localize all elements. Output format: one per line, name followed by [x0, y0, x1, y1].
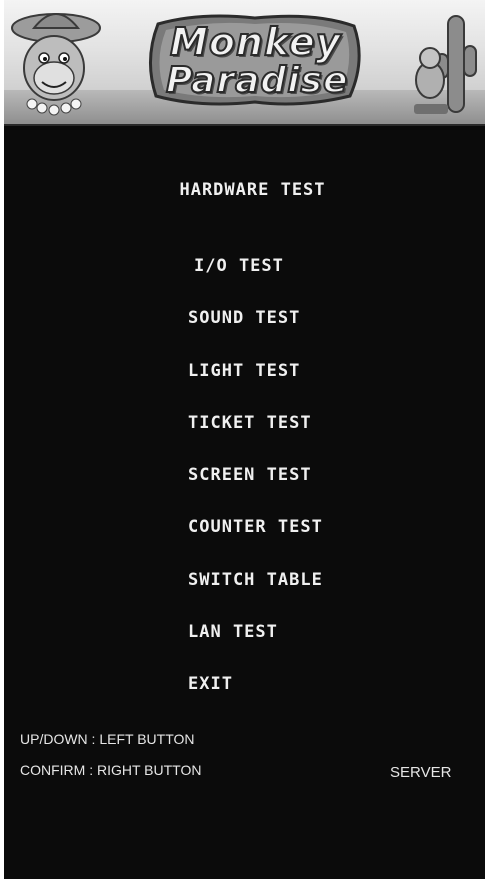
game-screen: Monkey Paradise HARDWARE TEST I/O TEST S…: [4, 0, 485, 879]
menu-item-ticket-test[interactable]: TICKET TEST: [188, 413, 323, 465]
cactus-mascot-icon: [414, 15, 477, 114]
menu-item-sound-test[interactable]: SOUND TEST: [188, 308, 323, 360]
logo-text-line1: Monkey: [169, 19, 342, 65]
menu-item-light-test[interactable]: LIGHT TEST: [188, 361, 323, 413]
menu-item-io-test[interactable]: I/O TEST: [188, 256, 323, 308]
logo-text-line2: Paradise: [165, 59, 349, 102]
server-mode-label: SERVER: [390, 764, 452, 781]
game-logo: Monkey Paradise: [140, 10, 370, 110]
menu-item-switch-table[interactable]: SWITCH TABLE: [188, 570, 323, 622]
menu-item-exit[interactable]: EXIT: [188, 674, 323, 726]
menu-title: HARDWARE TEST: [179, 180, 326, 200]
menu-item-lan-test[interactable]: LAN TEST: [188, 622, 323, 674]
monkey-mascot-icon: [11, 13, 101, 116]
hardware-test-menu: I/O TEST SOUND TEST LIGHT TEST TICKET TE…: [188, 256, 323, 727]
menu-item-counter-test[interactable]: COUNTER TEST: [188, 517, 323, 569]
help-updown: UP/DOWN : LEFT BUTTON: [20, 731, 195, 747]
title-banner: Monkey Paradise: [4, 0, 485, 126]
menu-item-screen-test[interactable]: SCREEN TEST: [188, 465, 323, 517]
help-confirm: CONFIRM : RIGHT BUTTON: [20, 762, 202, 778]
